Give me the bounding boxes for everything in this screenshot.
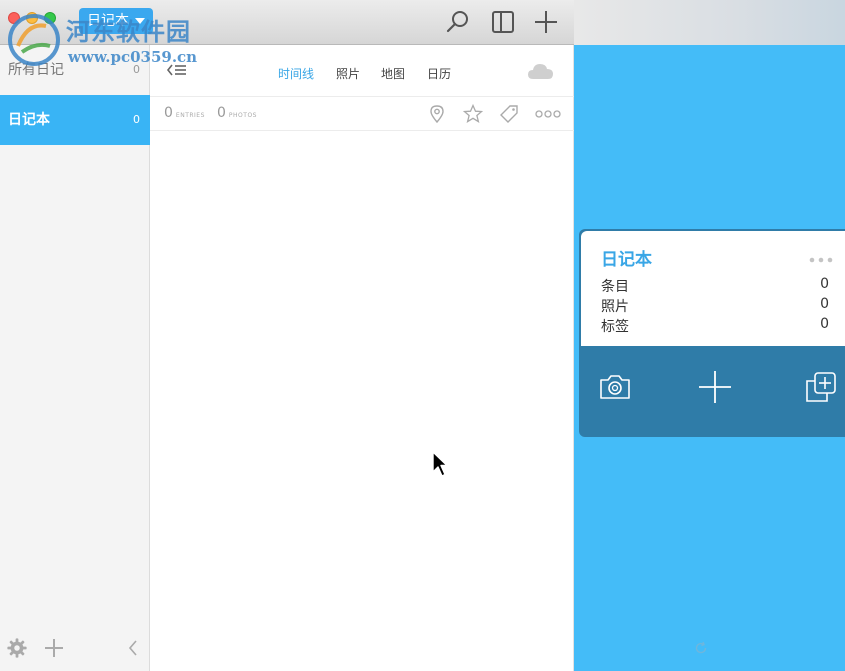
journal-card: 日记本 条目 0 照片 0 标签 0 xyxy=(579,229,845,437)
sidebar-item-count: 0 xyxy=(133,63,140,76)
entries-count-value: 0 xyxy=(164,105,173,121)
entries-pane: 时间线 照片 地图 日历 0 ENTRIES 0 PHOTOS xyxy=(150,45,574,671)
sidebar-footer xyxy=(0,627,150,671)
search-icon[interactable] xyxy=(444,8,472,36)
sidebar-item-journal[interactable]: 日记本 0 xyxy=(0,95,150,145)
plus-icon[interactable] xyxy=(697,369,733,405)
journal-card-title: 日记本 xyxy=(601,250,652,270)
entries-stats-bar: 0 ENTRIES 0 PHOTOS xyxy=(150,97,574,131)
tab-map[interactable]: 地图 xyxy=(381,65,405,82)
tab-photos[interactable]: 照片 xyxy=(336,65,360,82)
chevron-left-icon[interactable] xyxy=(126,639,140,657)
entries-count-label: ENTRIES xyxy=(175,112,205,119)
refresh-icon[interactable] xyxy=(694,641,708,655)
sidebar-item-label: 日记本 xyxy=(8,112,50,128)
more-icon[interactable] xyxy=(535,104,561,124)
journal-stat-row: 照片 0 xyxy=(601,296,829,316)
add-icon[interactable] xyxy=(532,8,560,36)
mouse-cursor-icon xyxy=(432,451,448,477)
more-icon[interactable] xyxy=(809,257,833,263)
photos-count-value: 0 xyxy=(217,105,226,121)
journal-stat-row: 条目 0 xyxy=(601,276,829,296)
journal-stat-row: 标签 0 xyxy=(601,316,829,336)
window-minimize-button[interactable] xyxy=(26,12,38,24)
journal-stat-label: 条目 xyxy=(601,279,629,295)
journal-select-dropdown[interactable]: 日记本 xyxy=(79,8,153,34)
journal-sidebar: 所有日记 0 日记本 0 xyxy=(0,45,150,671)
journal-stat-value: 0 xyxy=(820,276,829,292)
title-bar: 日记本 xyxy=(0,0,845,45)
settings-gear-icon[interactable] xyxy=(6,637,28,659)
journal-stat-label: 标签 xyxy=(601,319,629,335)
sidebar-item-all-journals[interactable]: 所有日记 0 xyxy=(0,45,150,95)
tab-timeline[interactable]: 时间线 xyxy=(278,65,314,82)
entries-header: 时间线 照片 地图 日历 xyxy=(150,45,574,97)
journal-card-info: 日记本 条目 0 照片 0 标签 0 xyxy=(581,231,845,346)
entries-count: 0 ENTRIES xyxy=(164,105,205,121)
camera-icon[interactable] xyxy=(597,369,633,405)
sidebar-item-count: 0 xyxy=(133,113,140,126)
window-maximize-button[interactable] xyxy=(44,12,56,24)
sidebar-toggle-icon[interactable] xyxy=(489,8,517,36)
journal-stat-value: 0 xyxy=(820,316,829,332)
journal-select-label: 日记本 xyxy=(87,13,129,29)
location-pin-icon[interactable] xyxy=(427,104,447,124)
tag-icon[interactable] xyxy=(499,104,519,124)
chevron-down-icon xyxy=(135,18,145,24)
journal-detail-pane: 日记本 条目 0 照片 0 标签 0 xyxy=(574,45,845,671)
window-close-button[interactable] xyxy=(8,12,20,24)
day-one-app-window: 日记本 所有日记 0 日记本 0 时间线 照片 地图 日历 0 ENTRIES … xyxy=(0,0,845,671)
titlebar-right-region xyxy=(574,0,845,45)
add-journal-icon[interactable] xyxy=(43,637,65,659)
photos-count-label: PHOTOS xyxy=(228,112,257,119)
tab-calendar[interactable]: 日历 xyxy=(427,65,451,82)
collapse-list-icon[interactable] xyxy=(166,61,188,79)
journal-stat-value: 0 xyxy=(820,296,829,312)
sidebar-item-label: 所有日记 xyxy=(8,62,64,78)
star-icon[interactable] xyxy=(463,104,483,124)
duplicate-icon[interactable] xyxy=(803,369,839,405)
journal-stat-label: 照片 xyxy=(601,299,629,315)
cloud-icon[interactable] xyxy=(526,60,556,82)
photos-count: 0 PHOTOS xyxy=(217,105,257,121)
